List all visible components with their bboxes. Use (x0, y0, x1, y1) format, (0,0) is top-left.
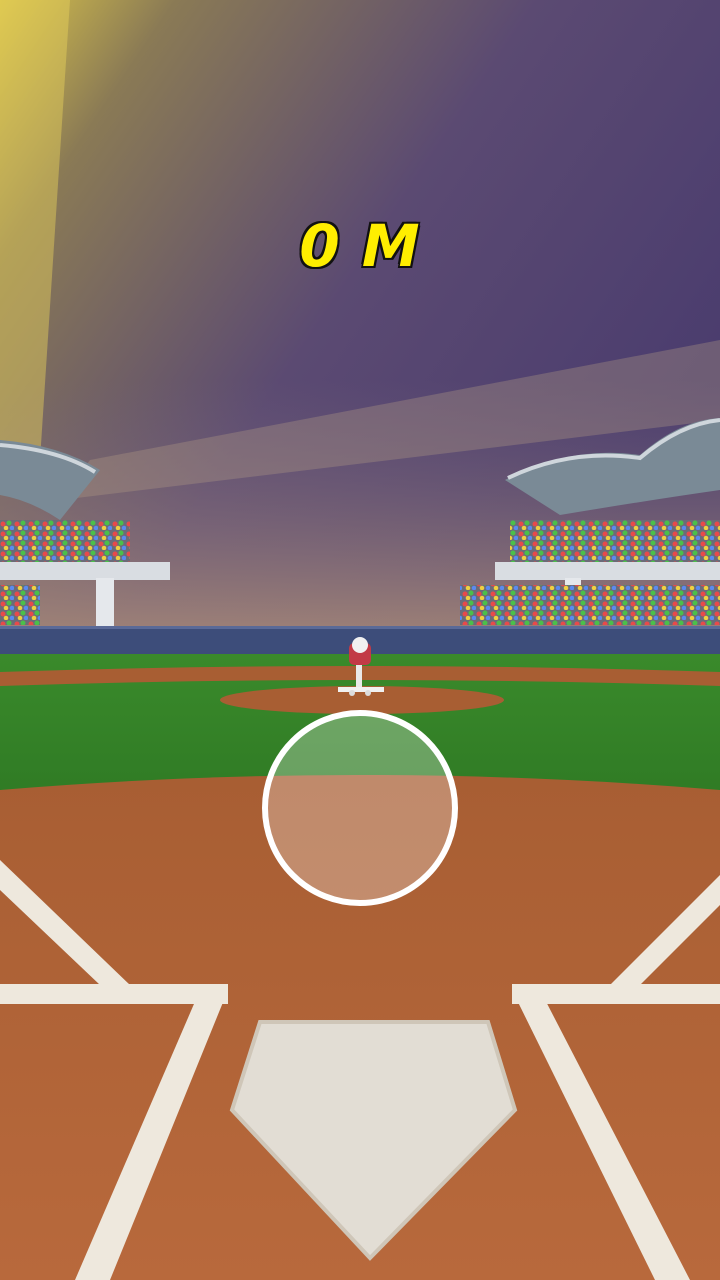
stadium-scene (0, 0, 720, 1280)
aim-circle-icon[interactable] (262, 710, 458, 906)
distance-counter: 0 M (298, 211, 421, 282)
